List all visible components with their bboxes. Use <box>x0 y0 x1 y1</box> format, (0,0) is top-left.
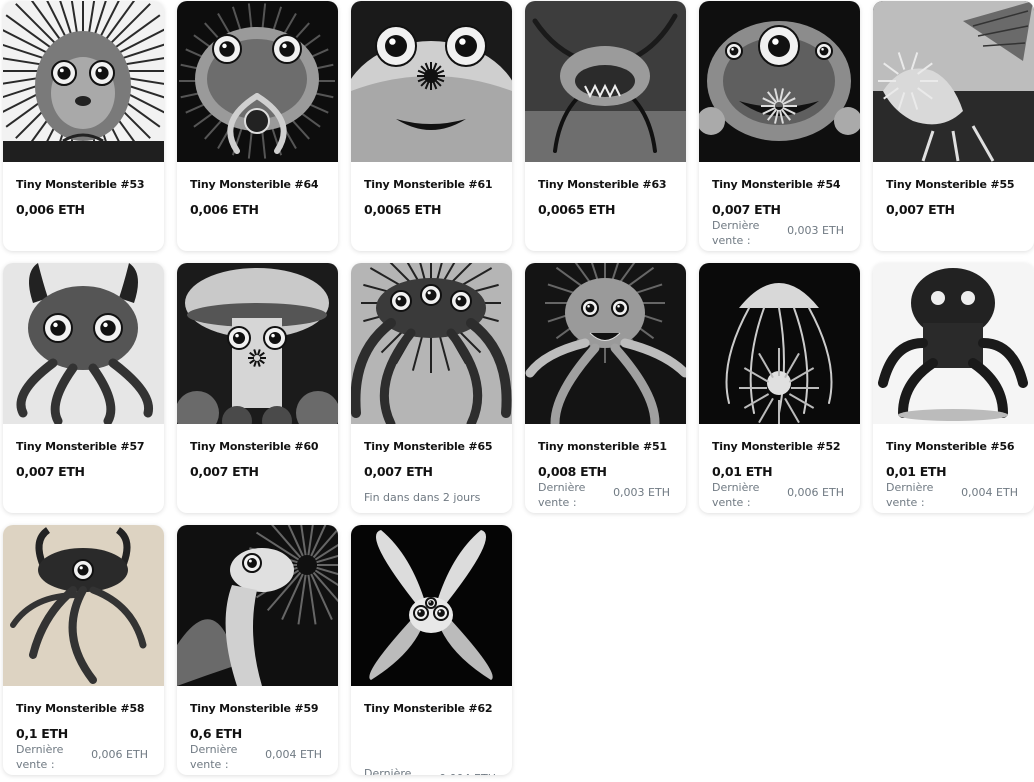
last-sale-label: Dernière vente : <box>364 767 412 775</box>
last-sale-label: Dernière vente : <box>190 743 238 771</box>
nft-name: Tiny Monsterible #61 <box>364 178 493 191</box>
nft-card[interactable]: Tiny Monsterible #64 0,006 ETH <box>177 1 338 251</box>
nft-name: Tiny Monsterible #60 <box>190 440 319 453</box>
nft-image-tentacle-crab[interactable] <box>351 263 512 424</box>
nft-price: 0,0065 ETH <box>538 202 616 217</box>
nft-card[interactable]: Tiny Monsterible #61 0,0065 ETH <box>351 1 512 251</box>
nft-name: Tiny monsterible #51 <box>538 440 667 453</box>
last-sale-label: Dernière vente : <box>712 219 760 247</box>
nft-price: 0,006 ETH <box>16 202 85 217</box>
last-sale-value: 0,004 ETH <box>439 772 496 775</box>
nft-price: 0,006 ETH <box>190 202 259 217</box>
nft-card[interactable]: Tiny Monsterible #65 0,007 ETH Fin dans da… <box>351 263 512 513</box>
last-sale-label: Dernière vente : <box>886 481 934 509</box>
nft-price: 0,1 ETH <box>16 726 68 741</box>
nft-image-ornate-mask[interactable] <box>177 1 338 162</box>
nft-name: Tiny Monsterible #54 <box>712 178 841 191</box>
nft-image-spider-beast[interactable] <box>525 1 686 162</box>
nft-image-sketch-squid[interactable] <box>3 525 164 686</box>
nft-name: Tiny Monsterible #58 <box>16 702 145 715</box>
nft-price: 0,0065 ETH <box>364 202 442 217</box>
nft-card[interactable]: Tiny Monsterible #52 0,01 ETH Dernière ven… <box>699 263 860 513</box>
nft-image-jellyfish[interactable] <box>699 263 860 424</box>
nft-card[interactable]: Tiny Monsterible #63 0,0065 ETH <box>525 1 686 251</box>
last-sale-label: Dernière vente : <box>712 481 760 509</box>
nft-card[interactable]: Tiny Monsterible #55 0,007 ETH <box>873 1 1034 251</box>
nft-grid: Tiny Monsterible #53 0,006 ETH Tiny Monste… <box>0 0 1034 782</box>
nft-image-mushroom[interactable] <box>177 263 338 424</box>
last-sale-value: 0,006 ETH <box>91 748 148 761</box>
nft-name: Tiny Monsterible #59 <box>190 702 319 715</box>
nft-name: Tiny Monsterible #53 <box>16 178 145 191</box>
nft-image-cyclops[interactable] <box>699 1 860 162</box>
nft-price: 0,01 ETH <box>886 464 947 479</box>
nft-name: Tiny Monsterible #62 <box>364 702 493 715</box>
nft-card[interactable]: Tiny Monsterible #54 0,007 ETH Dernière ve… <box>699 1 860 251</box>
nft-card[interactable]: Tiny monsterible #51 0,008 ETH Dernière ve… <box>525 263 686 513</box>
nft-card[interactable]: Tiny Monsterible #58 0,1 ETH Dernière vent… <box>3 525 164 775</box>
nft-price: 0,007 ETH <box>886 202 955 217</box>
last-sale-label: Dernière vente : <box>538 481 586 509</box>
nft-image-lizard[interactable] <box>177 525 338 686</box>
nft-price: 0,007 ETH <box>712 202 781 217</box>
nft-name: Tiny Monsterible #52 <box>712 440 841 453</box>
nft-card[interactable]: Tiny Monsterible #57 0,007 ETH <box>3 263 164 513</box>
nft-price: 0,007 ETH <box>190 464 259 479</box>
last-sale-value: 0,003 ETH <box>787 224 844 237</box>
nft-name: Tiny Monsterible #56 <box>886 440 1015 453</box>
nft-image-octopus-demon[interactable] <box>525 263 686 424</box>
last-sale-value: 0,006 ETH <box>787 486 844 499</box>
nft-image-moth[interactable] <box>351 525 512 686</box>
nft-name: Tiny Monsterible #65 <box>364 440 493 453</box>
nft-name: Tiny Monsterible #63 <box>538 178 667 191</box>
nft-image-horned-squid[interactable] <box>3 263 164 424</box>
last-sale-value: 0,003 ETH <box>613 486 670 499</box>
nft-card[interactable]: Tiny Monsterible #60 0,007 ETH <box>177 263 338 513</box>
last-sale-value: 0,004 ETH <box>265 748 322 761</box>
auction-ending-note: Fin dans dans 2 jours <box>364 491 481 504</box>
nft-image-dragon[interactable] <box>873 1 1034 162</box>
nft-card[interactable]: Tiny Monsterible #59 0,6 ETH Dernière vent… <box>177 525 338 775</box>
nft-image-frog-face[interactable] <box>351 1 512 162</box>
last-sale-label: Dernière vente : <box>16 743 64 771</box>
nft-image-furry-creature[interactable] <box>3 1 164 162</box>
nft-card[interactable]: Tiny Monsterible #56 0,01 ETH Dernière ven… <box>873 263 1034 513</box>
nft-price: 0,008 ETH <box>538 464 607 479</box>
nft-image-cthulhu[interactable] <box>873 263 1034 424</box>
nft-price: 0,007 ETH <box>364 464 433 479</box>
nft-card[interactable]: Tiny Monsterible #53 0,006 ETH <box>3 1 164 251</box>
nft-name: Tiny Monsterible #55 <box>886 178 1015 191</box>
nft-name: Tiny Monsterible #64 <box>190 178 319 191</box>
nft-name: Tiny Monsterible #57 <box>16 440 145 453</box>
nft-price: 0,01 ETH <box>712 464 773 479</box>
nft-card[interactable]: Tiny Monsterible #62 Dernière vente : 0,00… <box>351 525 512 775</box>
nft-price: 0,007 ETH <box>16 464 85 479</box>
last-sale-value: 0,004 ETH <box>961 486 1018 499</box>
nft-price: 0,6 ETH <box>190 726 242 741</box>
